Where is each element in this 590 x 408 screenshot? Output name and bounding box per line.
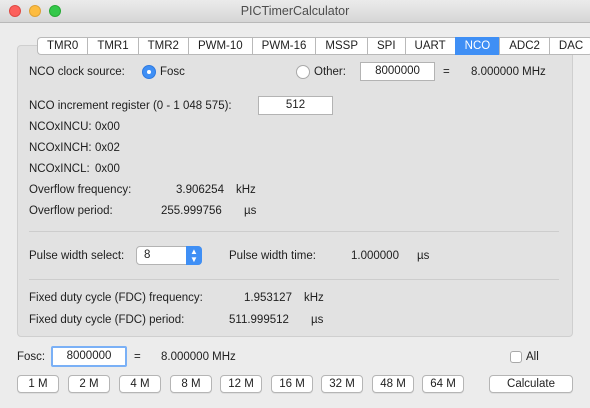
tab-dac[interactable]: DAC [548, 37, 590, 55]
tab-tmr0[interactable]: TMR0 [37, 37, 88, 55]
overflow-period-label: Overflow period: [29, 205, 113, 217]
pulse-width-time-label: Pulse width time: [229, 250, 316, 262]
overflow-period-value: 255.999756 [161, 205, 222, 217]
fosc-radio[interactable] [142, 65, 156, 79]
pulse-width-select[interactable]: 8 ▲ ▼ [136, 246, 202, 265]
fdc-period-label: Fixed duty cycle (FDC) period: [29, 314, 185, 326]
all-checkbox-label[interactable]: All [526, 351, 539, 363]
other-frequency-input[interactable]: 8000000 [360, 62, 435, 81]
fosc-input[interactable]: 8000000 [51, 346, 127, 367]
fdc-period-unit: µs [311, 314, 324, 326]
overflow-frequency-label: Overflow frequency: [29, 184, 132, 196]
separator [29, 279, 559, 280]
window-title: PICTimerCalculator [240, 4, 350, 18]
preset-16m-button[interactable]: 16 M [271, 375, 313, 393]
tab-pwm-10[interactable]: PWM-10 [187, 37, 252, 55]
preset-1m-button[interactable]: 1 M [17, 375, 59, 393]
stepper-arrows-icon: ▲ ▼ [186, 246, 202, 265]
overflow-period-unit: µs [244, 205, 257, 217]
increment-register-input[interactable]: 512 [258, 96, 333, 115]
separator [29, 231, 559, 232]
fdc-frequency-unit: kHz [304, 292, 324, 304]
tab-bar: TMR0 TMR1 TMR2 PWM-10 PWM-16 MSSP SPI UA… [37, 37, 590, 55]
preset-2m-button[interactable]: 2 M [68, 375, 110, 393]
inch-label: NCOxINCH: [29, 142, 92, 154]
title-bar: PICTimerCalculator [0, 0, 590, 23]
pulse-width-time-value: 1.000000 [351, 250, 399, 262]
fosc-equals-sign: = [134, 351, 141, 363]
preset-12m-button[interactable]: 12 M [220, 375, 262, 393]
preset-32m-button[interactable]: 32 M [321, 375, 363, 393]
equals-sign: = [443, 66, 450, 78]
inch-value: 0x02 [95, 142, 120, 154]
all-checkbox[interactable] [510, 351, 522, 363]
fdc-frequency-value: 1.953127 [244, 292, 292, 304]
preset-4m-button[interactable]: 4 M [119, 375, 161, 393]
tab-pwm-16[interactable]: PWM-16 [251, 37, 316, 55]
preset-8m-button[interactable]: 8 M [170, 375, 212, 393]
calculate-button[interactable]: Calculate [489, 375, 573, 393]
overflow-frequency-unit: kHz [236, 184, 256, 196]
tab-mssp[interactable]: MSSP [315, 37, 367, 55]
incl-value: 0x00 [95, 163, 120, 175]
fosc-label: Fosc: [17, 351, 46, 363]
preset-48m-button[interactable]: 48 M [372, 375, 414, 393]
pulse-width-select-label: Pulse width select: [29, 250, 125, 262]
fdc-frequency-label: Fixed duty cycle (FDC) frequency: [29, 292, 203, 304]
tab-tmr2[interactable]: TMR2 [137, 37, 188, 55]
clock-source-label: NCO clock source: [29, 66, 125, 78]
increment-register-label: NCO increment register (0 - 1 048 575): [29, 100, 232, 112]
tab-tmr1[interactable]: TMR1 [87, 37, 138, 55]
fosc-result: 8.000000 MHz [161, 351, 236, 363]
other-frequency-result: 8.000000 MHz [471, 66, 546, 78]
incu-value: 0x00 [95, 121, 120, 133]
tab-adc2[interactable]: ADC2 [499, 37, 549, 55]
fosc-radio-label[interactable]: Fosc [160, 66, 185, 78]
other-radio-label[interactable]: Other: [314, 66, 346, 78]
tab-nco[interactable]: NCO [454, 37, 500, 55]
incu-label: NCOxINCU: [29, 121, 92, 133]
overflow-frequency-value: 3.906254 [176, 184, 224, 196]
pulse-width-select-value: 8 [144, 249, 151, 261]
tab-uart[interactable]: UART [404, 37, 455, 55]
tab-spi[interactable]: SPI [367, 37, 405, 55]
fdc-period-value: 511.999512 [229, 314, 289, 326]
pulse-width-time-unit: µs [417, 250, 430, 262]
preset-64m-button[interactable]: 64 M [422, 375, 464, 393]
incl-label: NCOxINCL: [29, 163, 90, 175]
other-radio[interactable] [296, 65, 310, 79]
